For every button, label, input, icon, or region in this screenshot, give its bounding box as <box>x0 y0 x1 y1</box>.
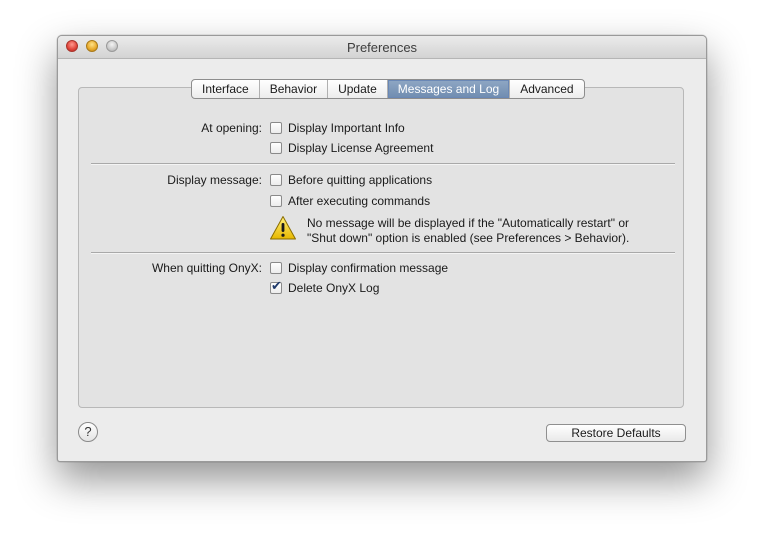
after-executing-commands-option[interactable]: After executing commands <box>270 193 430 209</box>
delete-onyx-log-option[interactable]: ✔ Delete OnyX Log <box>270 278 379 296</box>
warning-triangle-icon <box>269 215 297 241</box>
after-executing-commands-checkbox[interactable] <box>270 195 282 207</box>
section-divider <box>91 163 675 165</box>
restore-defaults-button[interactable]: Restore Defaults <box>546 424 686 442</box>
display-license-agreement-option[interactable]: Display License Agreement <box>270 140 433 156</box>
title-bar[interactable]: Preferences <box>58 36 706 59</box>
messages-and-log-panel: At opening: Display Important Info Displ… <box>78 87 684 408</box>
delete-onyx-log-label[interactable]: Delete OnyX Log <box>288 281 379 295</box>
before-quitting-applications-label[interactable]: Before quitting applications <box>288 173 432 187</box>
display-important-info-label[interactable]: Display Important Info <box>288 121 405 135</box>
display-license-agreement-label[interactable]: Display License Agreement <box>288 141 433 155</box>
tab-bar: Interface Behavior Update Messages and L… <box>191 79 585 99</box>
display-confirmation-message-option[interactable]: Display confirmation message <box>270 260 448 276</box>
tab-interface[interactable]: Interface <box>192 80 260 98</box>
preferences-window: Preferences Interface Behavior Update Me… <box>57 35 707 462</box>
at-opening-label: At opening: <box>201 121 262 135</box>
display-important-info-checkbox[interactable] <box>270 122 282 134</box>
tab-behavior[interactable]: Behavior <box>260 80 329 98</box>
display-important-info-option[interactable]: Display Important Info <box>270 120 405 136</box>
tab-advanced[interactable]: Advanced <box>510 80 583 98</box>
after-executing-commands-label[interactable]: After executing commands <box>288 194 430 208</box>
tab-update[interactable]: Update <box>328 80 388 98</box>
display-message-label: Display message: <box>167 173 262 187</box>
display-confirmation-message-checkbox[interactable] <box>270 262 282 274</box>
display-license-agreement-checkbox[interactable] <box>270 142 282 154</box>
when-quitting-onyx-label: When quitting OnyX: <box>151 261 262 275</box>
warning-message-line-2: "Shut down" option is enabled (see Prefe… <box>307 231 630 245</box>
section-divider <box>91 252 675 254</box>
tab-messages-and-log[interactable]: Messages and Log <box>387 80 511 98</box>
before-quitting-applications-checkbox[interactable] <box>270 174 282 186</box>
warning-message-line-1: No message will be displayed if the "Aut… <box>307 216 629 230</box>
before-quitting-applications-option[interactable]: Before quitting applications <box>270 172 432 188</box>
display-confirmation-message-label[interactable]: Display confirmation message <box>288 261 448 275</box>
help-button[interactable]: ? <box>78 422 98 442</box>
delete-onyx-log-checkbox[interactable]: ✔ <box>270 278 282 294</box>
checkmark-icon: ✔ <box>271 278 282 293</box>
window-title: Preferences <box>346 40 418 55</box>
